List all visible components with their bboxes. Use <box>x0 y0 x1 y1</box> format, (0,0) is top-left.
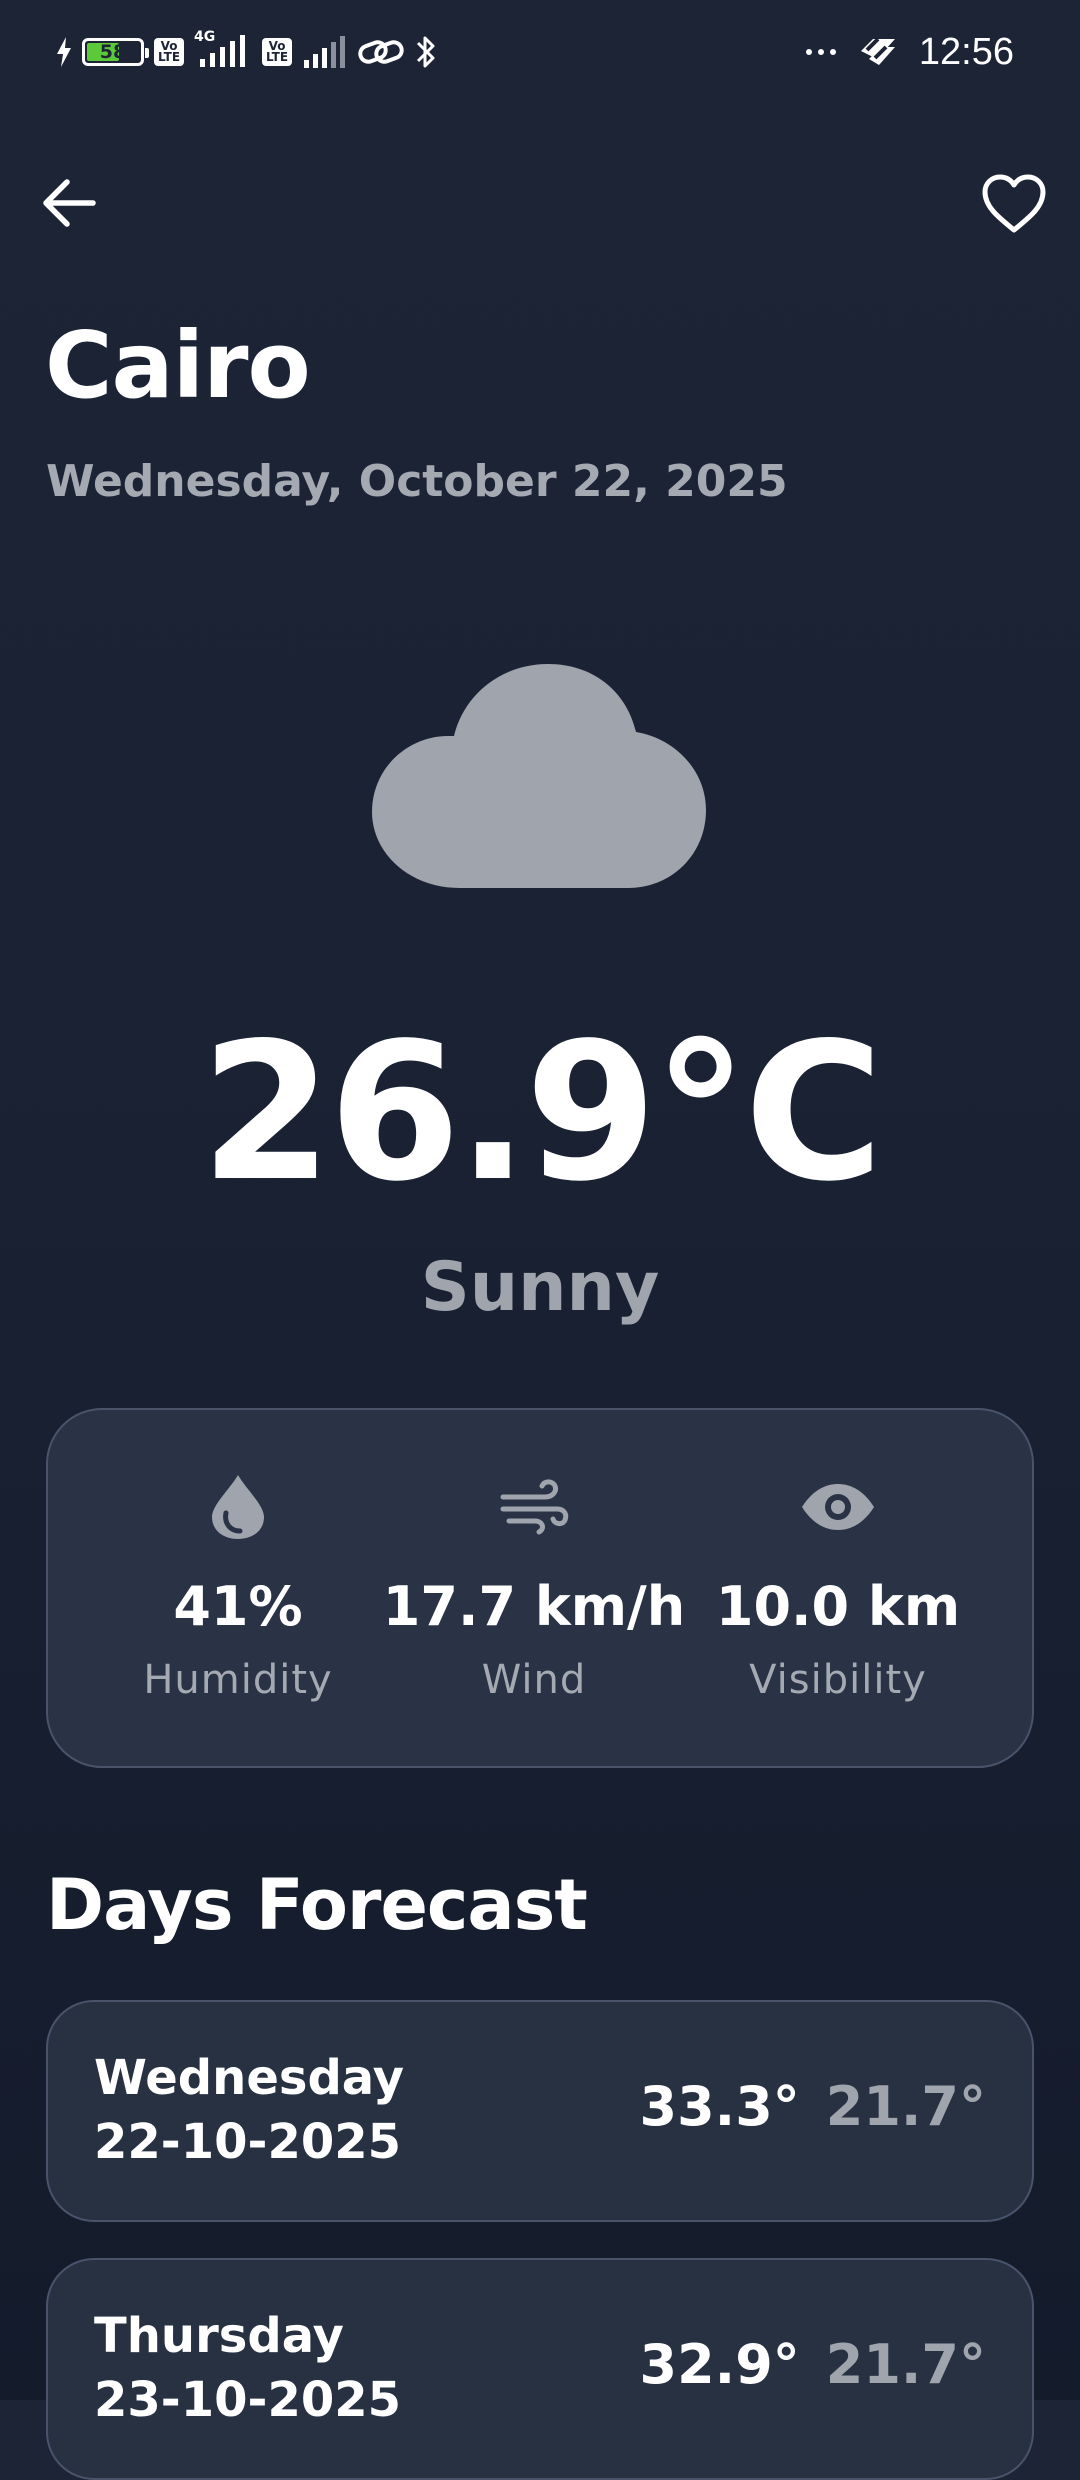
status-bar: 58 Vo LTE 4G Vo LTE 12:56 <box>0 0 1080 105</box>
arrow-left-icon <box>43 179 96 227</box>
forecast-temperatures: 32.9° 21.7° <box>640 2338 986 2392</box>
wind-value: 17.7 km/h <box>382 1575 686 1638</box>
status-left-icons: 58 Vo LTE 4G Vo LTE <box>56 29 438 74</box>
wind-label: Wind <box>481 1657 587 1703</box>
current-temperature: 26.9°C <box>200 1002 883 1223</box>
status-right-icons: 12:56 <box>805 28 1014 76</box>
humidity-stat: 41% Humidity <box>88 1410 388 1766</box>
current-date: Wednesday, October 22, 2025 <box>46 456 788 507</box>
forecast-low-temp: 21.7° <box>825 2075 986 2138</box>
favorite-button[interactable] <box>976 166 1052 242</box>
wind-icon <box>500 1479 569 1535</box>
forecast-day-name: Wednesday <box>94 2050 405 2106</box>
battery-icon: 58 <box>82 38 149 66</box>
volte-icon-2: Vo LTE <box>262 38 292 66</box>
forecast-high-temp: 32.9° <box>639 2333 800 2396</box>
forecast-day-name: Thursday <box>94 2308 344 2364</box>
eye-icon <box>802 1484 874 1530</box>
weather-stats-card: 41% Humidity 17.7 km/h Wind 10.0 km Visi… <box>46 1408 1034 1768</box>
city-name: Cairo <box>45 312 311 419</box>
forecast-high-temp: 33.3° <box>639 2075 800 2138</box>
status-time: 12:56 <box>918 30 1014 73</box>
visibility-value: 10.0 km <box>715 1575 961 1638</box>
current-condition: Sunny <box>420 1248 660 1327</box>
visibility-label: Visibility <box>749 1657 927 1703</box>
wifi-icon <box>860 37 895 65</box>
forecast-temperatures: 33.3° 21.7° <box>640 2080 986 2134</box>
charging-icon <box>57 37 71 67</box>
humidity-label: Humidity <box>143 1657 333 1703</box>
wind-stat: 17.7 km/h Wind <box>383 1410 685 1766</box>
heart-outline-icon <box>982 174 1046 233</box>
forecast-day-date: 22-10-2025 <box>94 2114 402 2170</box>
humidity-value: 41% <box>173 1575 303 1638</box>
battery-level: 58 <box>99 40 127 63</box>
link-icon <box>358 40 404 64</box>
cloud-icon <box>372 664 706 888</box>
volte-icon: Vo LTE <box>154 38 184 66</box>
forecast-day-card[interactable]: Wednesday 22-10-2025 33.3° 21.7° <box>46 2000 1034 2222</box>
forecast-section-title: Days Forecast <box>46 1864 588 1946</box>
forecast-day-card[interactable]: Thursday 23-10-2025 32.9° 21.7° <box>46 2258 1034 2480</box>
forecast-low-temp: 21.7° <box>825 2333 986 2396</box>
bluetooth-icon <box>416 36 435 68</box>
droplet-icon <box>212 1475 264 1539</box>
forecast-day-date: 23-10-2025 <box>94 2372 402 2428</box>
signal-icon: 4G <box>194 29 252 69</box>
signal-icon-2 <box>304 36 345 68</box>
visibility-stat: 10.0 km Visibility <box>688 1410 988 1766</box>
more-icon <box>805 49 836 55</box>
back-button[interactable] <box>36 170 102 236</box>
